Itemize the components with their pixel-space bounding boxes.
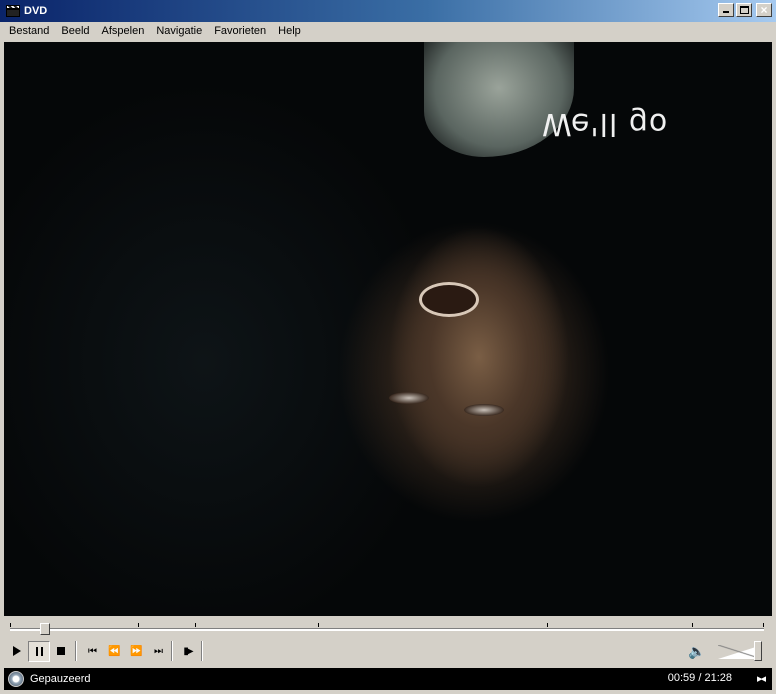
chapter-tick	[10, 623, 11, 627]
compact-mode-icon[interactable]: ▸◂	[757, 672, 766, 685]
menu-navigatie[interactable]: Navigatie	[150, 22, 208, 41]
maximize-icon	[740, 6, 749, 14]
menu-bestand[interactable]: Bestand	[3, 22, 55, 41]
seek-thumb[interactable]	[40, 623, 50, 635]
menu-bar: Bestand Beeld Afspelen Navigatie Favorie…	[0, 22, 776, 41]
chapter-tick	[195, 623, 196, 627]
maximize-button[interactable]	[736, 3, 752, 17]
playback-controls: ⏮ ⏪ ⏩ ⏭ ▮▶	[6, 640, 206, 662]
chapter-tick	[547, 623, 548, 627]
frame-step-button[interactable]: ▮▶	[176, 641, 198, 662]
video-display[interactable]: We'll go	[4, 42, 772, 616]
next-icon: ⏭	[154, 645, 163, 657]
pause-button[interactable]	[28, 640, 50, 662]
menu-afspelen[interactable]: Afspelen	[96, 22, 151, 41]
minimize-icon	[723, 11, 729, 13]
play-button[interactable]	[6, 641, 28, 662]
video-frame-mouth	[419, 282, 479, 317]
clapperboard-icon	[6, 5, 20, 17]
speaker-icon[interactable]: 🔈	[688, 642, 705, 660]
close-button[interactable]: ×	[756, 3, 772, 17]
menu-favorieten[interactable]: Favorieten	[208, 22, 272, 41]
title-bar[interactable]: DVD ×	[0, 0, 776, 22]
toolbar-separator	[171, 641, 173, 661]
stop-button[interactable]	[50, 641, 72, 662]
window-controls: ×	[718, 3, 772, 17]
chapter-tick	[763, 623, 764, 627]
playback-status: Gepauzeerd	[30, 673, 91, 685]
disc-icon	[8, 671, 24, 687]
volume-slider[interactable]	[718, 641, 768, 661]
video-frame-eye	[464, 404, 504, 416]
video-frame-eye	[389, 392, 429, 404]
stop-icon	[57, 647, 65, 655]
menu-help[interactable]: Help	[272, 22, 307, 41]
seek-track[interactable]	[10, 628, 764, 631]
pause-icon	[35, 646, 43, 656]
minimize-button[interactable]	[718, 3, 734, 17]
chapter-tick	[138, 623, 139, 627]
chapter-tick	[692, 623, 693, 627]
window-title: DVD	[24, 5, 48, 17]
menu-beeld[interactable]: Beeld	[55, 22, 95, 41]
seek-bar[interactable]	[10, 623, 764, 635]
video-frame-face	[379, 192, 579, 492]
chapter-tick	[318, 623, 319, 627]
previous-icon: ⏮	[88, 645, 97, 657]
frame-step-icon: ▮▶	[183, 645, 193, 657]
status-bar: Gepauzeerd 00:59 / 21:28 ▸◂	[4, 668, 772, 690]
volume-thumb[interactable]	[754, 641, 762, 661]
fast-forward-icon: ⏩	[130, 645, 143, 657]
fast-forward-button[interactable]: ⏩	[124, 641, 146, 662]
previous-button[interactable]: ⏮	[80, 641, 102, 662]
toolbar-separator	[201, 641, 203, 661]
time-display: 00:59 / 21:28	[667, 672, 732, 684]
close-icon: ×	[760, 3, 768, 17]
rewind-button[interactable]: ⏪	[102, 641, 124, 662]
video-subtitle: We'll go	[542, 106, 669, 141]
rewind-icon: ⏪	[108, 645, 121, 657]
toolbar-separator	[75, 641, 77, 661]
play-icon	[13, 646, 21, 656]
next-button[interactable]: ⏭	[146, 641, 168, 662]
